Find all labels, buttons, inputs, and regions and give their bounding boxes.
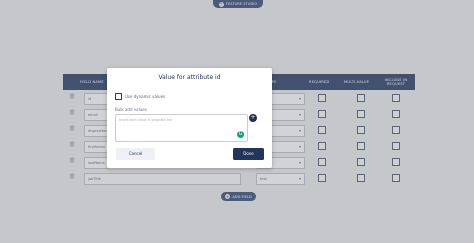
field-name-input[interactable]: firstName — [84, 141, 109, 153]
chevron-down-icon: ▾ — [298, 112, 301, 117]
table-row: 🗑 jobTitle text ▾ — [63, 170, 415, 186]
plus-icon: + — [225, 193, 231, 199]
field-name-input[interactable]: displayName — [84, 125, 109, 137]
trash-icon[interactable]: 🗑 — [69, 111, 75, 116]
include-in-request-checkbox[interactable] — [392, 142, 400, 150]
header-multi-value: MULTI-VALUE — [344, 80, 370, 84]
type-value: text — [260, 177, 267, 181]
use-dynamic-values-option[interactable]: Use dynamic values — [115, 93, 165, 100]
feature-studio-button[interactable]: + FEATURE STUDIO — [213, 0, 263, 8]
include-in-request-checkbox[interactable] — [392, 110, 400, 118]
grammarly-icon[interactable]: G — [237, 131, 244, 138]
chevron-down-icon: ▾ — [298, 160, 301, 165]
field-name-input[interactable]: id — [84, 93, 109, 105]
chevron-down-icon: ▾ — [298, 176, 301, 181]
bulk-add-textarea[interactable]: Insert each value in separate line G — [115, 114, 248, 142]
feature-studio-label: FEATURE STUDIO — [225, 2, 258, 6]
required-checkbox[interactable] — [318, 126, 326, 134]
chevron-down-icon: ▾ — [298, 128, 301, 133]
trash-icon[interactable]: 🗑 — [69, 95, 75, 100]
trash-icon[interactable]: 🗑 — [69, 127, 75, 132]
bulk-add-placeholder: Insert each value in separate line — [119, 118, 173, 122]
header-include-in-request: INCLUDE IN REQUEST — [384, 78, 408, 86]
include-in-request-checkbox[interactable] — [392, 174, 400, 182]
add-value-button[interactable]: + — [249, 114, 257, 122]
modal-title: Value for attribute id — [158, 74, 221, 81]
done-button[interactable]: Done — [233, 148, 264, 160]
required-checkbox[interactable] — [318, 110, 326, 118]
multi-value-checkbox[interactable] — [357, 158, 365, 166]
trash-icon[interactable]: 🗑 — [69, 175, 75, 180]
include-in-request-checkbox[interactable] — [392, 94, 400, 102]
attribute-value-modal: Value for attribute id Use dynamic value… — [107, 68, 272, 168]
use-dynamic-values-checkbox[interactable] — [115, 93, 122, 100]
field-name-input[interactable]: jobTitle — [84, 173, 241, 185]
multi-value-checkbox[interactable] — [357, 126, 365, 134]
multi-value-checkbox[interactable] — [357, 94, 365, 102]
trash-icon[interactable]: 🗑 — [69, 159, 75, 164]
include-in-request-checkbox[interactable] — [392, 126, 400, 134]
chevron-down-icon: ▾ — [298, 96, 301, 101]
type-select[interactable]: text ▾ — [256, 173, 305, 185]
trash-icon[interactable]: 🗑 — [69, 143, 75, 148]
field-name-input[interactable]: email — [84, 109, 109, 121]
field-name-input[interactable]: lastName — [84, 157, 109, 169]
chevron-down-icon: ▾ — [298, 144, 301, 149]
add-field-label: ADD FIELD — [232, 194, 252, 199]
required-checkbox[interactable] — [318, 94, 326, 102]
header-required: REQUIRED — [309, 80, 330, 84]
header-field-name: FIELD NAME — [80, 80, 104, 84]
plus-icon: + — [218, 1, 224, 7]
use-dynamic-values-label: Use dynamic values — [125, 94, 166, 99]
required-checkbox[interactable] — [318, 142, 326, 150]
required-checkbox[interactable] — [318, 174, 326, 182]
include-in-request-checkbox[interactable] — [392, 158, 400, 166]
page-background: + FEATURE STUDIO FIELD NAME TYPE REQUIRE… — [0, 0, 474, 243]
cancel-button[interactable]: Cancel — [116, 148, 155, 160]
multi-value-checkbox[interactable] — [357, 174, 365, 182]
multi-value-checkbox[interactable] — [357, 142, 365, 150]
multi-value-checkbox[interactable] — [357, 110, 365, 118]
required-checkbox[interactable] — [318, 158, 326, 166]
bulk-add-label: Bulk add values — [115, 107, 147, 112]
add-field-button[interactable]: + ADD FIELD — [221, 192, 256, 201]
